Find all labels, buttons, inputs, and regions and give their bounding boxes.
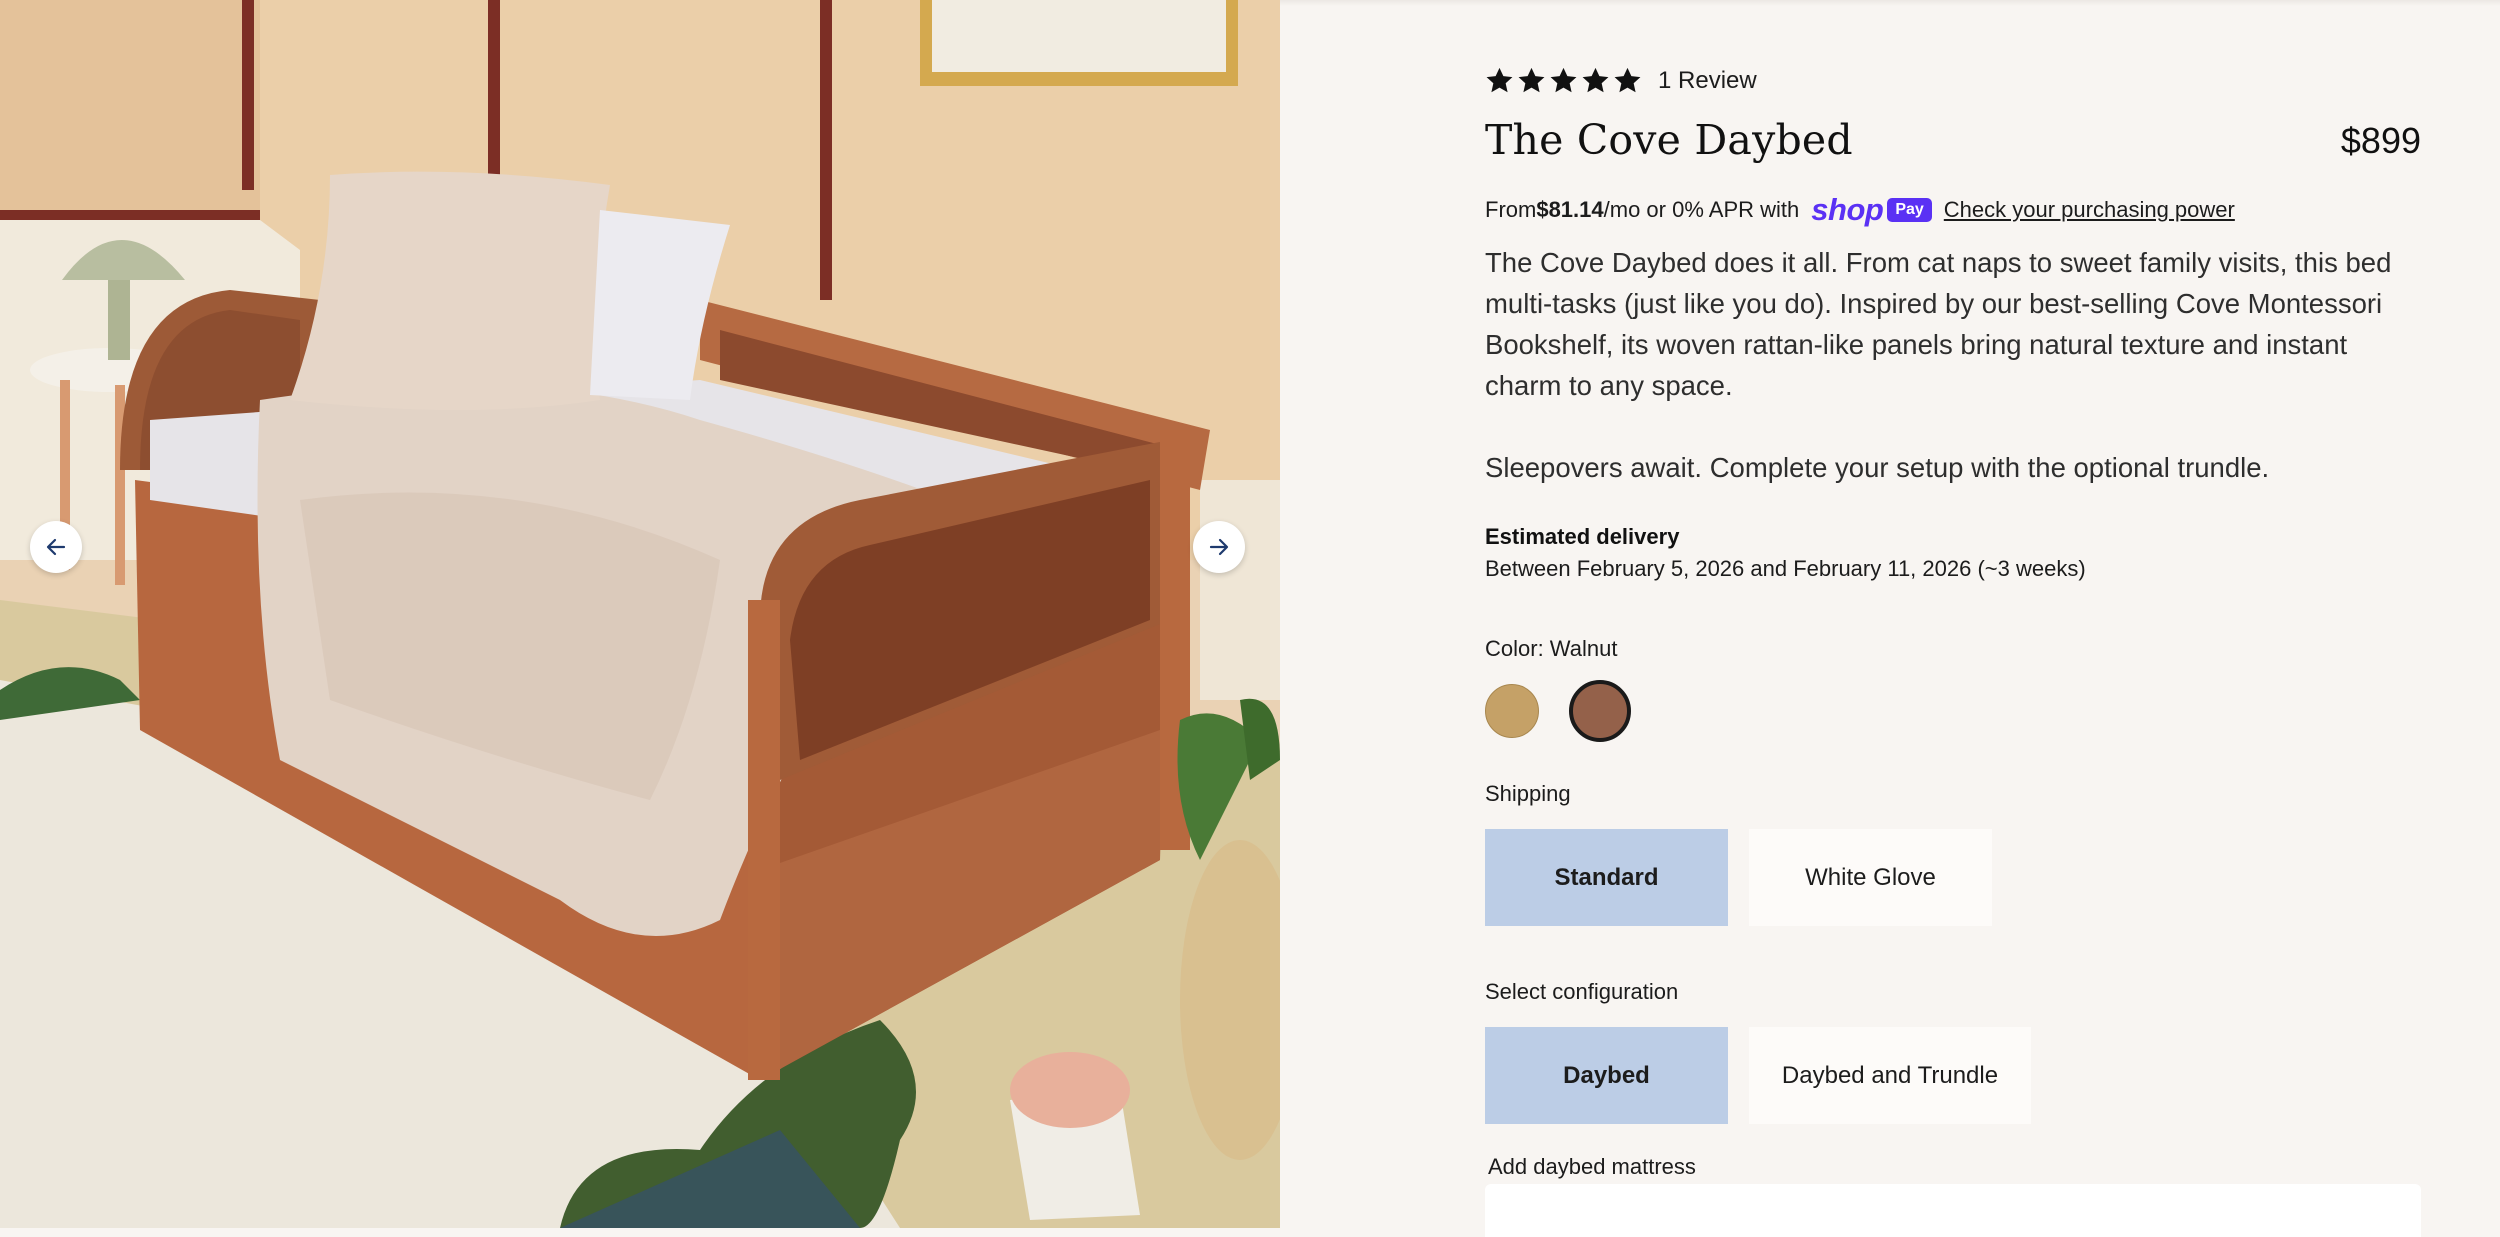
rating-summary[interactable]: 1 Review <box>1485 66 1757 95</box>
description-paragraph: Sleepovers await. Complete your setup wi… <box>1485 452 2270 483</box>
color-swatch-walnut[interactable] <box>1569 680 1631 742</box>
color-swatch-natural[interactable] <box>1485 684 1539 738</box>
description-paragraph: The Cove Daybed does it all. From cat na… <box>1485 247 2392 401</box>
shop-pay-badge: Pay <box>1887 198 1932 222</box>
product-details: 1 Review The Cove Daybed $899 From $81.1… <box>1485 0 2421 1237</box>
gallery-prev-button[interactable] <box>30 521 82 573</box>
arrow-left-icon <box>46 538 66 556</box>
review-count-link[interactable]: 1 Review <box>1658 67 1757 95</box>
shipping-label: Shipping <box>1485 781 1571 806</box>
shipping-white-glove-button[interactable]: White Glove <box>1749 829 1992 926</box>
shop-pay-financing: From $81.14 /mo or 0% APR with shop Pay … <box>1485 192 2235 228</box>
delivery-estimate: Between February 5, 2026 and February 11… <box>1485 556 2086 581</box>
financing-suffix: /mo or 0% APR with <box>1603 197 1800 222</box>
mattress-option-box[interactable] <box>1485 1184 2421 1237</box>
arrow-right-icon <box>1209 538 1229 556</box>
star-rating <box>1485 66 1642 95</box>
color-label: Color: Walnut <box>1485 636 1618 661</box>
mattress-label: Add daybed mattress <box>1488 1154 1696 1179</box>
gallery-next-button[interactable] <box>1193 521 1245 573</box>
product-description: The Cove Daybed does it all. From cat na… <box>1485 242 2421 488</box>
purchasing-power-link[interactable]: Check your purchasing power <box>1944 197 2235 223</box>
delivery-label: Estimated delivery <box>1485 524 1680 549</box>
star-icon <box>1486 67 1513 93</box>
star-icon <box>1550 67 1577 93</box>
star-icon <box>1518 67 1545 93</box>
config-daybed-button[interactable]: Daybed <box>1485 1027 1728 1124</box>
financing-prefix: From <box>1485 197 1537 222</box>
shipping-standard-button[interactable]: Standard <box>1485 829 1728 926</box>
product-page: 1 Review The Cove Daybed $899 From $81.1… <box>0 0 2500 1237</box>
product-image-gallery <box>0 0 1280 1228</box>
financing-amount: $81.14 <box>1536 197 1604 222</box>
product-price: $899 <box>2340 120 2421 161</box>
star-icon <box>1582 67 1609 93</box>
star-icon <box>1614 67 1641 93</box>
configuration-label: Select configuration <box>1485 979 1679 1004</box>
config-daybed-trundle-button[interactable]: Daybed and Trundle <box>1749 1027 2031 1124</box>
shop-pay-logo: shop <box>1811 192 1884 227</box>
product-photo <box>0 0 1280 1228</box>
product-title: The Cove Daybed <box>1485 116 1853 164</box>
